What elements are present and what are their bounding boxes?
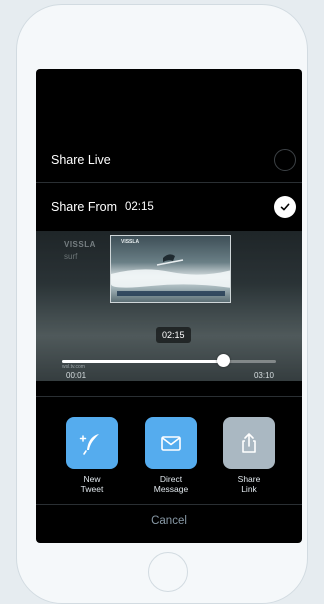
direct-message-label: Direct Message (153, 474, 189, 494)
new-tweet-icon-tile[interactable] (66, 417, 118, 469)
feather-icon (79, 434, 99, 455)
share-live-option[interactable]: Share Live (36, 147, 302, 173)
divider (36, 396, 302, 397)
corner-watermark: wsl.tv.com (62, 364, 85, 370)
end-time: 03:10 (253, 371, 274, 380)
direct-message-button[interactable]: Direct Message (145, 417, 197, 494)
scrub-progress (62, 360, 223, 363)
new-tweet-label: New Tweet (80, 474, 104, 494)
thumbnail-banner (117, 291, 225, 296)
divider (36, 182, 302, 183)
home-button[interactable] (148, 552, 188, 592)
scrub-track[interactable] (62, 360, 276, 363)
video-watermark-sub: surf (64, 252, 78, 261)
start-time: 00:01 (66, 371, 87, 380)
share-from-label: Share From (51, 200, 117, 214)
share-link-label: Share Link (237, 474, 261, 494)
share-from-radio-checked[interactable] (274, 196, 296, 218)
share-sheet: Share Live Share From 02:15 VISSLA surf … (36, 69, 302, 543)
share-from-time: 02:15 (125, 201, 154, 213)
envelope-icon (161, 436, 181, 451)
scrub-handle[interactable] (216, 354, 230, 367)
share-live-label: Share Live (51, 153, 111, 167)
current-time-pill: 02:15 (156, 327, 191, 343)
direct-message-icon-tile[interactable] (145, 417, 197, 469)
video-watermark: VISSLA (64, 240, 96, 249)
video-scrubber[interactable]: VISSLA surf VISSLA 02:15 wsl.tv.com 00:0… (36, 231, 302, 381)
share-link-button[interactable]: Share Link (223, 417, 275, 494)
share-live-radio[interactable] (274, 149, 296, 171)
share-link-icon-tile[interactable] (223, 417, 275, 469)
new-tweet-button[interactable]: New Tweet (66, 417, 118, 494)
share-icon (242, 433, 256, 453)
cancel-button[interactable]: Cancel (36, 510, 302, 532)
share-from-option[interactable]: Share From 02:15 (36, 194, 302, 220)
divider (36, 504, 302, 505)
checkmark-icon (280, 203, 290, 211)
frame-preview-thumbnail: VISSLA (110, 235, 231, 303)
